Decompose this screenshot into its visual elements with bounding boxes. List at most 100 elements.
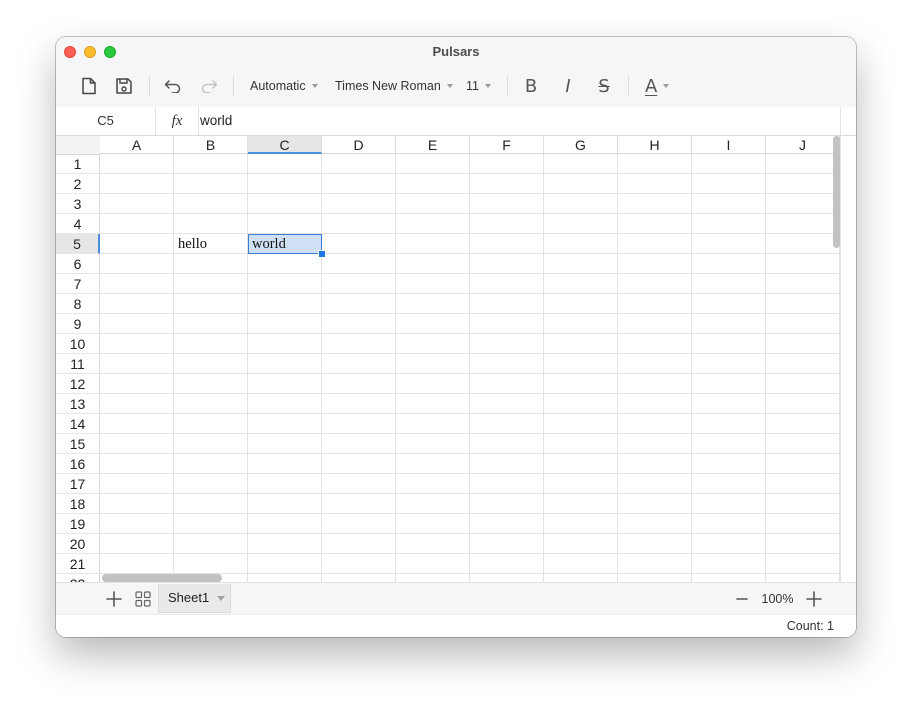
grid-line xyxy=(691,154,692,582)
column-header-i[interactable]: I xyxy=(692,136,766,154)
horizontal-scrollbar[interactable] xyxy=(102,574,222,582)
undo-button[interactable] xyxy=(162,65,184,107)
fill-handle[interactable] xyxy=(318,250,326,258)
row-header-7[interactable]: 7 xyxy=(56,274,100,294)
grid-line xyxy=(543,154,544,582)
row-header-15[interactable]: 15 xyxy=(56,434,100,454)
grid-line xyxy=(100,253,840,254)
grid-line xyxy=(100,213,840,214)
zoom-in-icon[interactable] xyxy=(805,590,823,608)
row-header-14[interactable]: 14 xyxy=(56,414,100,434)
toolbar-separator xyxy=(149,76,150,96)
chevron-down-icon xyxy=(311,84,318,88)
sheet-tab-label: Sheet1 xyxy=(168,590,210,605)
add-sheet-icon[interactable] xyxy=(105,590,123,608)
row-header-21[interactable]: 21 xyxy=(56,554,100,574)
row-header-16[interactable]: 16 xyxy=(56,454,100,474)
column-header-h[interactable]: H xyxy=(618,136,692,154)
row-header-1[interactable]: 1 xyxy=(56,154,100,174)
new-document-icon xyxy=(82,77,96,95)
column-header-j[interactable]: J xyxy=(766,136,840,154)
spreadsheet-grid[interactable]: A B C D E F G H I J 1 2 3 4 5 6 7 8 9 10 11 12 13 14 15 16 17 18 19 2… xyxy=(56,136,840,582)
grid-line xyxy=(469,154,470,582)
grid-line xyxy=(100,173,840,174)
grid-line xyxy=(100,333,840,334)
row-header-2[interactable]: 2 xyxy=(56,174,100,194)
grid-line xyxy=(173,154,174,582)
font-size-dropdown[interactable]: 11 xyxy=(466,65,491,107)
save-button[interactable] xyxy=(113,65,135,107)
column-header-b[interactable]: B xyxy=(174,136,248,154)
italic-icon: I xyxy=(565,75,571,97)
row-header-11[interactable]: 11 xyxy=(56,354,100,374)
column-header-a[interactable]: A xyxy=(100,136,174,154)
font-color-icon: A xyxy=(645,75,658,97)
column-header-d[interactable]: D xyxy=(322,136,396,154)
font-color-button[interactable]: A xyxy=(645,65,670,107)
chevron-down-icon xyxy=(663,84,670,88)
formula-bar: C5 fx world xyxy=(56,107,856,136)
chevron-down-icon xyxy=(484,84,491,88)
row-header-3[interactable]: 3 xyxy=(56,194,100,214)
vertical-scrollbar[interactable] xyxy=(833,136,840,248)
number-format-dropdown[interactable]: Automatic xyxy=(250,65,318,107)
column-header-c[interactable]: C xyxy=(248,136,322,154)
grid-line xyxy=(100,293,840,294)
toolbar-separator xyxy=(628,76,629,96)
font-family-dropdown[interactable]: Times New Roman xyxy=(335,65,453,107)
font-family-label: Times New Roman xyxy=(335,79,441,93)
formula-input[interactable]: world xyxy=(200,107,841,135)
redo-button[interactable] xyxy=(198,65,220,107)
column-header-f[interactable]: F xyxy=(470,136,544,154)
grid-line xyxy=(100,553,840,554)
cell-c5[interactable]: world xyxy=(248,234,286,254)
grid-line xyxy=(100,413,840,414)
app-window: Pulsars Automatic Times New Roman 11 B I… xyxy=(56,37,856,637)
strikethrough-button[interactable]: S xyxy=(594,65,614,107)
sheet-list-icon[interactable] xyxy=(135,591,151,607)
row-header-5[interactable]: 5 xyxy=(56,234,100,254)
grid-line xyxy=(100,233,840,234)
zoom-level[interactable]: 100% xyxy=(755,583,800,615)
number-format-label: Automatic xyxy=(250,79,306,93)
italic-button[interactable]: I xyxy=(558,65,578,107)
row-header-6[interactable]: 6 xyxy=(56,254,100,274)
row-header-9[interactable]: 9 xyxy=(56,314,100,334)
column-header-e[interactable]: E xyxy=(396,136,470,154)
toolbar: Automatic Times New Roman 11 B I S A xyxy=(56,65,856,108)
grid-line xyxy=(100,393,840,394)
grid-line xyxy=(100,273,840,274)
font-size-label: 11 xyxy=(466,79,479,93)
toolbar-separator xyxy=(507,76,508,96)
save-icon xyxy=(116,78,132,94)
cell-b5[interactable]: hello xyxy=(174,234,207,254)
redo-icon xyxy=(201,80,218,93)
sheet-tab[interactable]: Sheet1 xyxy=(158,584,231,613)
column-header-g[interactable]: G xyxy=(544,136,618,154)
row-header-20[interactable]: 20 xyxy=(56,534,100,554)
function-icon[interactable]: fx xyxy=(156,107,199,135)
row-header-12[interactable]: 12 xyxy=(56,374,100,394)
row-header-17[interactable]: 17 xyxy=(56,474,100,494)
select-all-corner[interactable] xyxy=(56,136,101,155)
sheet-bar: Sheet1 100% xyxy=(56,582,856,615)
grid-line xyxy=(100,433,840,434)
bold-button[interactable]: B xyxy=(521,65,541,107)
row-header-19[interactable]: 19 xyxy=(56,514,100,534)
row-header-4[interactable]: 4 xyxy=(56,214,100,234)
chevron-down-icon[interactable] xyxy=(217,596,225,601)
zoom-out-icon[interactable] xyxy=(735,590,749,608)
name-box[interactable]: C5 xyxy=(56,107,156,135)
row-header-18[interactable]: 18 xyxy=(56,494,100,514)
new-document-button[interactable] xyxy=(78,65,100,107)
undo-icon xyxy=(164,80,181,93)
chevron-down-icon xyxy=(446,84,453,88)
row-header-10[interactable]: 10 xyxy=(56,334,100,354)
grid-line xyxy=(100,533,840,534)
row-header-13[interactable]: 13 xyxy=(56,394,100,414)
row-header-22[interactable]: 22 xyxy=(56,574,100,582)
row-header-8[interactable]: 8 xyxy=(56,294,100,314)
vertical-scrollbar-track[interactable] xyxy=(840,136,856,582)
grid-line xyxy=(321,154,322,582)
strikethrough-icon: S xyxy=(598,75,610,97)
